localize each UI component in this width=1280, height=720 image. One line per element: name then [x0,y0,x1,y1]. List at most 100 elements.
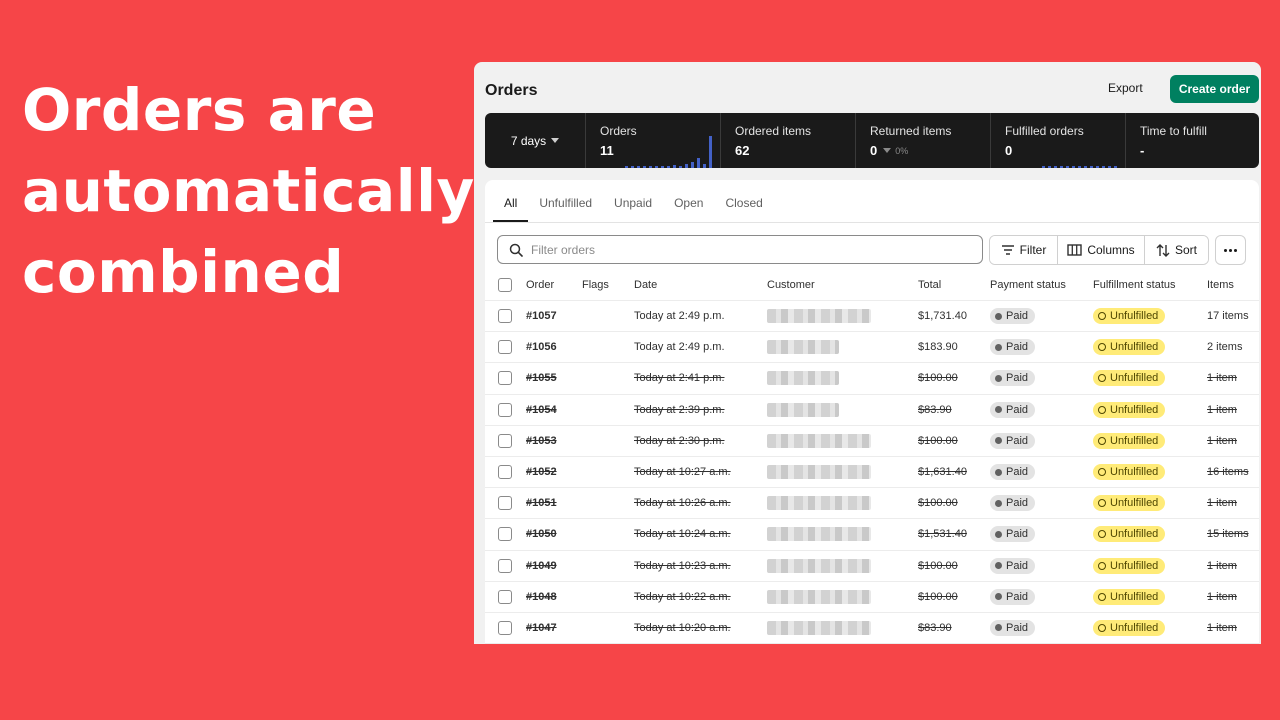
column-header-order[interactable]: Order [526,270,554,300]
status-ring-icon [1098,499,1106,508]
table-row[interactable]: #1056 Today at 2:49 p.m. $183.90 Paid Unfulf… [485,332,1259,364]
tab-open[interactable]: Open [663,180,714,222]
tab-all[interactable]: All [493,180,529,222]
metric-time-to-fulfill[interactable]: Time to fulfill - [1125,113,1259,168]
status-ring-icon [1098,592,1106,601]
metric-label: Time to fulfill [1140,124,1207,138]
order-date: Today at 10:20 a.m. [634,621,731,634]
order-number[interactable]: #1048 [526,582,557,612]
row-checkbox[interactable] [498,558,512,573]
order-number[interactable]: #1047 [526,613,557,643]
fulfillment-status-label: Unfulfilled [1110,341,1159,354]
order-items[interactable]: 17 items [1207,301,1249,331]
table-row[interactable]: #1050 Today at 10:24 a.m. $1,531.40 Paid Unf… [485,519,1259,551]
row-checkbox[interactable] [498,309,512,324]
column-header-total[interactable]: Total [918,270,941,300]
fulfillment-status: Unfulfilled [1093,551,1166,581]
table-row[interactable]: #1055 Today at 2:41 p.m. $100.00 Paid Unfulf… [485,363,1259,395]
row-checkbox[interactable] [498,496,512,511]
order-items[interactable]: 1 item [1207,613,1237,643]
order-items[interactable]: 1 item [1207,488,1237,518]
order-items[interactable]: 1 item [1207,395,1237,425]
order-number[interactable]: #1055 [526,363,557,393]
status-ring-icon [1098,561,1106,570]
column-header-fulfillment-status[interactable]: Fulfillment status [1093,270,1176,300]
row-checkbox[interactable] [498,465,512,480]
table-row[interactable]: #1047 Today at 10:20 a.m. $83.90 Paid Unfulf… [485,613,1259,644]
order-items[interactable]: 1 item [1207,363,1237,393]
column-header-items[interactable]: Items [1207,270,1234,300]
metric-value: 0 [870,143,878,158]
customer-name-redacted [767,301,871,331]
order-items[interactable]: 1 item [1207,551,1237,581]
trend-down-icon [883,148,892,153]
order-items[interactable]: 1 item [1207,426,1237,456]
more-horizontal-icon [1224,248,1237,252]
tab-unpaid[interactable]: Unpaid [603,180,663,222]
tab-closed[interactable]: Closed [714,180,773,222]
order-date: Today at 10:23 a.m. [634,559,731,572]
order-number[interactable]: #1049 [526,551,557,581]
order-items[interactable]: 15 items [1207,519,1249,549]
table-row[interactable]: #1057 Today at 2:49 p.m. $1,731.40 Paid Unfu… [485,301,1259,333]
column-header-date[interactable]: Date [634,270,657,300]
status-ring-icon [1098,623,1106,632]
order-number[interactable]: #1052 [526,457,557,487]
order-items[interactable]: 16 items [1207,457,1249,487]
search-box[interactable] [497,235,983,264]
order-number[interactable]: #1054 [526,395,557,425]
payment-status-label: Paid [1006,621,1029,634]
order-number[interactable]: #1053 [526,426,557,456]
order-number[interactable]: #1050 [526,519,557,549]
status-dot-icon [995,593,1002,601]
tab-unfulfilled[interactable]: Unfulfilled [528,180,603,222]
row-checkbox[interactable] [498,371,512,386]
row-checkbox[interactable] [498,402,512,417]
create-order-button[interactable]: Create order [1170,75,1259,103]
filter-label: Filter [1019,243,1047,257]
payment-status: Paid [990,488,1036,518]
payment-status-badge: Paid [990,432,1036,449]
order-items[interactable]: 1 item [1207,582,1237,612]
status-dot-icon [995,437,1002,445]
metric-orders[interactable]: Orders 11 [585,113,720,168]
search-input[interactable] [531,242,931,257]
sort-button[interactable]: Sort [1145,236,1208,264]
status-dot-icon [995,624,1002,632]
filter-icon [1001,245,1014,255]
order-total: $1,531.40 [918,528,967,541]
payment-status-badge: Paid [990,588,1036,605]
order-number[interactable]: #1056 [526,332,557,362]
export-button[interactable]: Export [1108,81,1143,95]
order-number[interactable]: #1051 [526,488,557,518]
order-date: Today at 10:27 a.m. [634,466,731,479]
columns-button[interactable]: Columns [1058,236,1145,264]
table-row[interactable]: #1049 Today at 10:23 a.m. $100.00 Paid Unful… [485,551,1259,582]
order-items[interactable]: 2 items [1207,332,1242,362]
table-row[interactable]: #1053 Today at 2:30 p.m. $100.00 Paid Unfulf… [485,426,1259,457]
column-header-flags[interactable]: Flags [582,270,609,300]
metric-label: Returned items [870,124,952,138]
date-range-selector[interactable]: 7 days [485,113,585,168]
row-checkbox[interactable] [498,527,512,542]
row-checkbox[interactable] [498,340,512,355]
order-number[interactable]: #1057 [526,301,557,331]
customer-name-redacted [767,551,871,581]
filter-button[interactable]: Filter [990,236,1058,264]
select-all-checkbox[interactable] [498,278,512,292]
table-row[interactable]: #1052 Today at 10:27 a.m. $1,631.40 Paid Unf… [485,457,1259,489]
row-checkbox[interactable] [498,620,512,635]
table-row[interactable]: #1051 Today at 10:26 a.m. $100.00 Paid Unful… [485,488,1259,520]
column-header-customer[interactable]: Customer [767,270,815,300]
order-total: $1,731.40 [918,310,967,323]
metric-ordered-items[interactable]: Ordered items 62 [720,113,855,168]
more-actions-button[interactable] [1215,235,1246,265]
table-row[interactable]: #1048 Today at 10:22 a.m. $100.00 Paid Unful… [485,582,1259,613]
status-dot-icon [995,406,1002,414]
column-header-payment-status[interactable]: Payment status [990,270,1066,300]
table-row[interactable]: #1054 Today at 2:39 p.m. $83.90 Paid Unfulfi… [485,395,1259,426]
metric-fulfilled-orders[interactable]: Fulfilled orders 0 [990,113,1125,168]
row-checkbox[interactable] [498,589,512,604]
row-checkbox[interactable] [498,433,512,448]
metric-returned-items[interactable]: Returned items 0 0% [855,113,990,168]
